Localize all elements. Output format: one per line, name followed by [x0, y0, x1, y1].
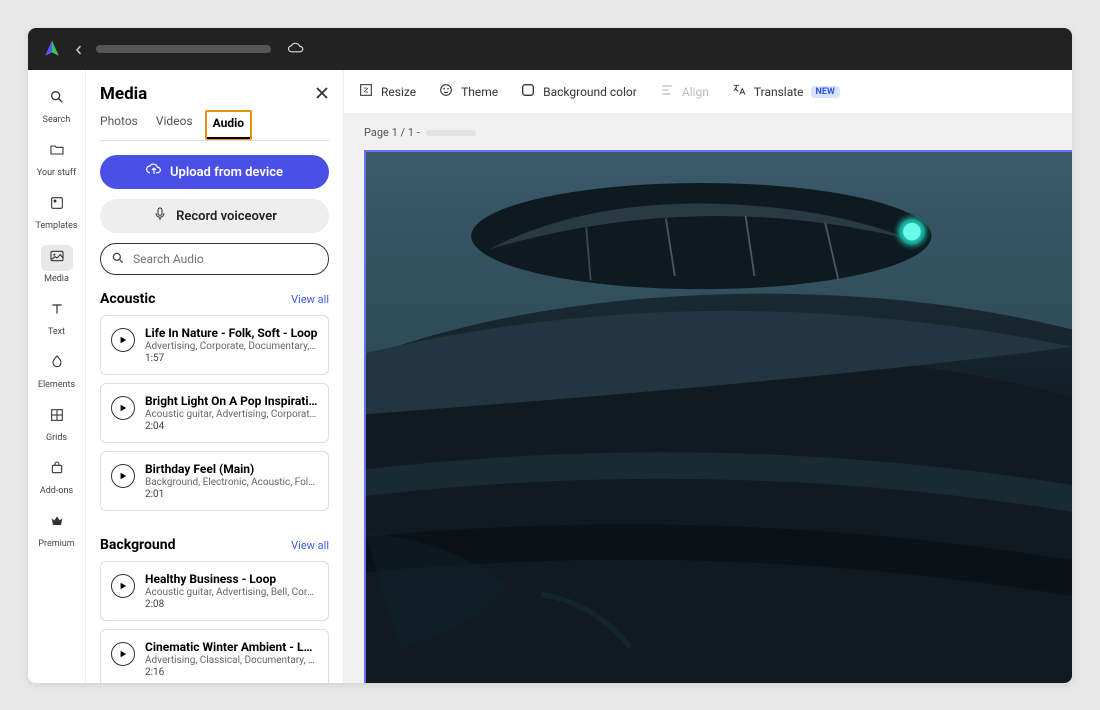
tool-resize[interactable]: Resize	[358, 82, 416, 101]
section-title: Acoustic	[100, 291, 155, 307]
canvas-toolbar: Resize Theme Background color Align Tran…	[344, 70, 1072, 114]
search-icon	[111, 250, 125, 269]
rail-label: Text	[48, 327, 65, 337]
search-icon	[49, 89, 65, 109]
media-icon	[49, 248, 65, 268]
audio-track[interactable]: Bright Light On A Pop Inspiratio… Acoust…	[100, 383, 329, 443]
section-title: Background	[100, 537, 175, 553]
rail-item-premium[interactable]: Premium	[31, 504, 83, 555]
page-title-placeholder	[426, 130, 476, 136]
back-chevron-icon[interactable]	[74, 40, 84, 59]
background-color-icon	[520, 82, 536, 101]
media-panel: Media Photos Videos Audio Upload from de…	[86, 70, 344, 683]
view-all-link[interactable]: View all	[291, 539, 329, 552]
panel-title: Media	[100, 84, 147, 104]
addons-icon	[49, 460, 65, 480]
track-tags: Acoustic guitar, Advertising, Corporate,…	[145, 409, 318, 420]
title-placeholder	[96, 45, 271, 53]
rail-item-media[interactable]: Media	[31, 239, 83, 290]
track-title: Birthday Feel (Main)	[145, 462, 318, 476]
close-icon[interactable]	[315, 85, 329, 104]
align-icon	[659, 82, 675, 101]
track-duration: 2:01	[145, 489, 318, 500]
search-audio-box[interactable]	[100, 243, 329, 275]
rail-item-templates[interactable]: Templates	[31, 186, 83, 237]
translate-icon	[731, 82, 747, 101]
elements-icon	[49, 354, 65, 374]
rail-label: Grids	[46, 433, 67, 443]
track-duration: 2:08	[145, 599, 318, 610]
upload-icon	[146, 162, 162, 182]
tab-photos[interactable]: Photos	[100, 114, 138, 140]
track-tags: Advertising, Classical, Documentary, Dr…	[145, 655, 318, 666]
cloud-icon[interactable]	[287, 40, 305, 59]
track-duration: 1:57	[145, 353, 318, 364]
track-title: Life In Nature - Folk, Soft - Loop	[145, 326, 318, 340]
track-duration: 2:16	[145, 667, 318, 678]
page-label: Page 1 / 1 -	[364, 126, 476, 139]
rail-item-addons[interactable]: Add-ons	[31, 451, 83, 502]
track-title: Healthy Business - Loop	[145, 572, 318, 586]
record-label: Record voiceover	[176, 209, 277, 224]
rail-label: Add-ons	[40, 486, 73, 496]
main: Search Your stuff Templates Media Text E…	[28, 70, 1072, 683]
theme-icon	[438, 82, 454, 101]
canvas-wrap: Page 1 / 1 -	[344, 114, 1072, 683]
track-tags: Background, Electronic, Acoustic, Folk, …	[145, 477, 318, 488]
rail-item-elements[interactable]: Elements	[31, 345, 83, 396]
track-title: Bright Light On A Pop Inspiratio…	[145, 394, 318, 408]
play-button[interactable]	[111, 642, 135, 666]
track-duration: 2:04	[145, 421, 318, 432]
view-all-link[interactable]: View all	[291, 293, 329, 306]
audio-track[interactable]: Cinematic Winter Ambient - Loop Advertis…	[100, 629, 329, 683]
folder-icon	[49, 142, 65, 162]
track-title: Cinematic Winter Ambient - Loop	[145, 640, 318, 654]
tool-theme[interactable]: Theme	[438, 82, 498, 101]
play-button[interactable]	[111, 464, 135, 488]
canvas-area: Resize Theme Background color Align Tran…	[344, 70, 1072, 683]
canvas-image[interactable]	[364, 150, 1072, 683]
tool-background-color[interactable]: Background color	[520, 82, 637, 101]
rail-label: Your stuff	[37, 168, 76, 178]
upload-button[interactable]: Upload from device	[100, 155, 329, 189]
premium-icon	[49, 513, 65, 533]
rail-item-search[interactable]: Search	[31, 80, 83, 131]
rail-label: Templates	[35, 221, 77, 231]
track-tags: Acoustic guitar, Advertising, Bell, Corp…	[145, 587, 318, 598]
rail-label: Search	[43, 115, 71, 125]
tab-audio[interactable]: Audio	[205, 110, 252, 140]
audio-track[interactable]: Healthy Business - Loop Acoustic guitar,…	[100, 561, 329, 621]
microphone-icon	[152, 206, 168, 226]
templates-icon	[49, 195, 65, 215]
upload-label: Upload from device	[170, 165, 283, 180]
left-rail: Search Your stuff Templates Media Text E…	[28, 70, 86, 683]
rail-item-text[interactable]: Text	[31, 292, 83, 343]
app-logo	[42, 39, 62, 59]
audio-track[interactable]: Birthday Feel (Main) Background, Electro…	[100, 451, 329, 511]
rail-label: Premium	[38, 539, 74, 549]
media-tabs: Photos Videos Audio	[100, 114, 329, 141]
text-icon	[49, 301, 65, 321]
rail-label: Media	[44, 274, 69, 284]
rail-item-grids[interactable]: Grids	[31, 398, 83, 449]
rail-label: Elements	[38, 380, 75, 390]
audio-track[interactable]: Life In Nature - Folk, Soft - Loop Adver…	[100, 315, 329, 375]
titlebar	[28, 28, 1072, 70]
new-badge: NEW	[811, 86, 840, 98]
play-button[interactable]	[111, 328, 135, 352]
tab-videos[interactable]: Videos	[156, 114, 193, 140]
ufo-artwork	[366, 152, 1072, 683]
tool-align: Align	[659, 82, 709, 101]
search-audio-input[interactable]	[133, 252, 318, 266]
app-window: Search Your stuff Templates Media Text E…	[28, 28, 1072, 683]
record-voiceover-button[interactable]: Record voiceover	[100, 199, 329, 233]
play-button[interactable]	[111, 574, 135, 598]
play-button[interactable]	[111, 396, 135, 420]
grids-icon	[49, 407, 65, 427]
tool-translate[interactable]: Translate NEW	[731, 82, 840, 101]
resize-icon	[358, 82, 374, 101]
track-tags: Advertising, Corporate, Documentary, D…	[145, 341, 318, 352]
rail-item-your-stuff[interactable]: Your stuff	[31, 133, 83, 184]
